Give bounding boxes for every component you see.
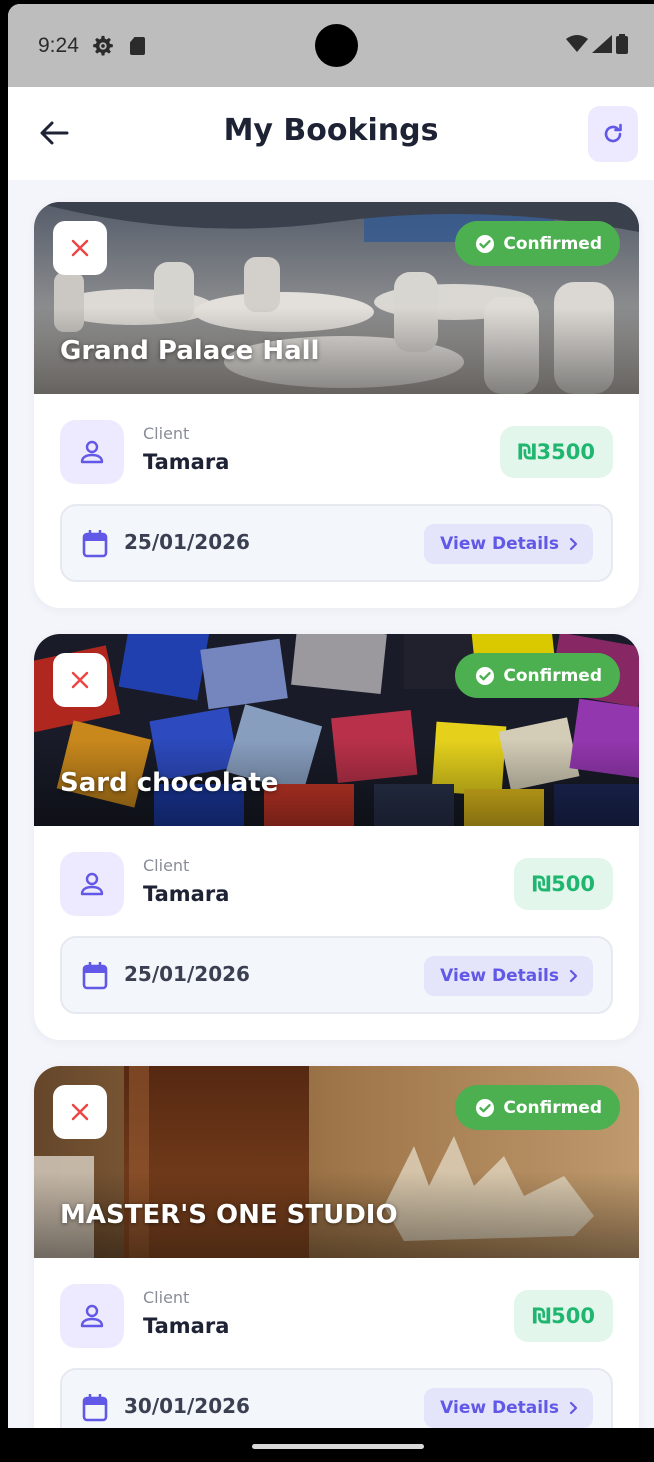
calendar-icon <box>82 1394 108 1422</box>
client-avatar <box>60 852 124 916</box>
camera-cutout <box>315 24 358 67</box>
battery-icon <box>616 34 628 54</box>
price-badge: ₪500 <box>514 858 613 910</box>
booking-date: 25/01/2026 <box>124 530 250 554</box>
status-indicators <box>566 34 628 54</box>
status-bar: 9:24 <box>8 4 654 87</box>
check-circle-icon <box>476 1098 495 1117</box>
date-row: 25/01/2026 View Details <box>60 936 613 1014</box>
app-screen: 9:24 My Bookings Confirmed Grand Palace … <box>8 4 654 1462</box>
status-label: Confirmed <box>503 1097 602 1118</box>
cancel-booking-button[interactable] <box>53 653 107 707</box>
view-details-label: View Details <box>440 1398 559 1418</box>
user-icon <box>80 1304 104 1328</box>
close-icon <box>71 239 89 257</box>
refresh-icon <box>604 123 622 143</box>
check-circle-icon <box>476 234 495 253</box>
calendar-icon <box>82 530 108 558</box>
close-icon <box>71 1103 89 1121</box>
status-badge: Confirmed <box>455 221 620 266</box>
status-label: Confirmed <box>503 233 602 254</box>
client-caption: Client <box>143 1288 190 1307</box>
client-name: Tamara <box>143 882 230 906</box>
venue-name: Grand Palace Hall <box>60 336 320 366</box>
home-gesture-handle[interactable] <box>252 1444 424 1449</box>
chevron-right-icon <box>569 537 578 551</box>
booking-card[interactable]: Confirmed MASTER'S ONE STUDIO Client Tam… <box>34 1066 639 1428</box>
booking-date: 25/01/2026 <box>124 962 250 986</box>
app-header: My Bookings <box>8 87 654 180</box>
price-badge: ₪3500 <box>499 426 613 478</box>
close-icon <box>71 671 89 689</box>
booking-card[interactable]: Confirmed Sard chocolate Client Tamara ₪… <box>34 634 639 1040</box>
system-navigation-bar <box>8 1428 654 1462</box>
user-icon <box>80 872 104 896</box>
view-details-button[interactable]: View Details <box>424 1388 593 1428</box>
booking-date: 30/01/2026 <box>124 1394 250 1418</box>
settings-gear-icon <box>93 35 113 56</box>
chevron-right-icon <box>569 1401 578 1415</box>
view-details-button[interactable]: View Details <box>424 524 593 564</box>
client-caption: Client <box>143 424 190 443</box>
date-row: 25/01/2026 View Details <box>60 504 613 582</box>
view-details-label: View Details <box>440 534 559 554</box>
cancel-booking-button[interactable] <box>53 1085 107 1139</box>
view-details-button[interactable]: View Details <box>424 956 593 996</box>
client-avatar <box>60 420 124 484</box>
wifi-icon <box>566 35 588 52</box>
check-circle-icon <box>476 666 495 685</box>
status-badge: Confirmed <box>455 1085 620 1130</box>
venue-name: Sard chocolate <box>60 768 279 798</box>
user-icon <box>80 440 104 464</box>
status-time: 9:24 <box>38 34 79 57</box>
client-caption: Client <box>143 856 190 875</box>
chevron-right-icon <box>569 969 578 983</box>
client-avatar <box>60 1284 124 1348</box>
price-badge: ₪500 <box>514 1290 613 1342</box>
calendar-icon <box>82 962 108 990</box>
bookings-list[interactable]: Confirmed Grand Palace Hall Client Tamar… <box>8 180 654 1428</box>
venue-name: MASTER'S ONE STUDIO <box>60 1200 398 1230</box>
refresh-button[interactable] <box>588 106 638 162</box>
venue-image: Confirmed Grand Palace Hall <box>34 202 639 394</box>
status-badge: Confirmed <box>455 653 620 698</box>
cell-signal-icon <box>592 35 612 53</box>
venue-image: Confirmed MASTER'S ONE STUDIO <box>34 1066 639 1258</box>
view-details-label: View Details <box>440 966 559 986</box>
date-row: 30/01/2026 View Details <box>60 1368 613 1428</box>
sd-card-icon <box>130 37 145 55</box>
page-title: My Bookings <box>223 113 439 148</box>
booking-card[interactable]: Confirmed Grand Palace Hall Client Tamar… <box>34 202 639 608</box>
status-label: Confirmed <box>503 665 602 686</box>
cancel-booking-button[interactable] <box>53 221 107 275</box>
client-name: Tamara <box>143 450 230 474</box>
venue-image: Confirmed Sard chocolate <box>34 634 639 826</box>
client-name: Tamara <box>143 1314 230 1338</box>
